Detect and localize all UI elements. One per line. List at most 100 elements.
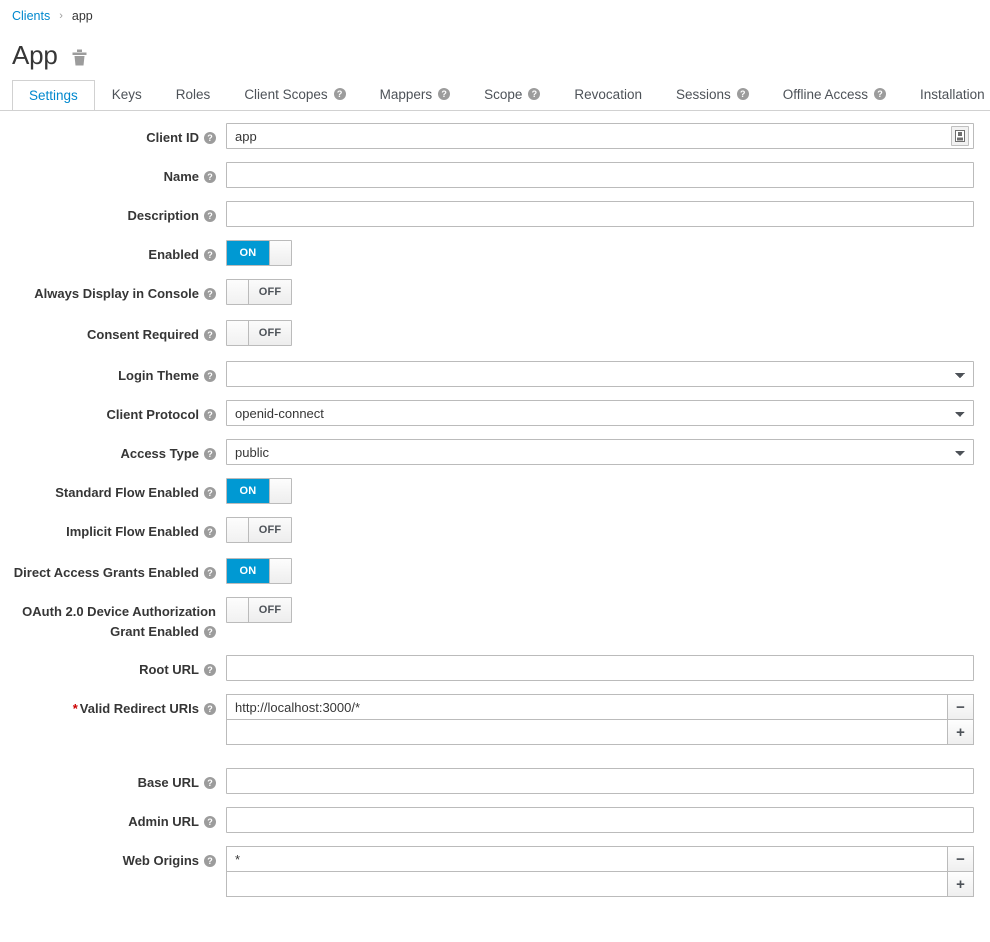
web-origin-input[interactable] xyxy=(226,871,948,897)
field-admin-url: Admin URL? xyxy=(0,807,990,833)
tab-client-scopes[interactable]: Client Scopes ? xyxy=(227,80,362,110)
help-icon[interactable]: ? xyxy=(204,131,216,144)
enabled-toggle[interactable]: ON xyxy=(226,240,292,266)
implicit-flow-toggle[interactable]: OFF xyxy=(226,517,292,543)
help-icon[interactable]: ? xyxy=(204,566,216,579)
help-icon[interactable]: ? xyxy=(204,525,216,538)
help-icon[interactable]: ? xyxy=(438,88,451,100)
tab-keys[interactable]: Keys xyxy=(95,80,159,110)
control-login-theme xyxy=(226,361,990,387)
help-icon[interactable]: ? xyxy=(204,625,216,638)
tab-mappers-label: Mappers xyxy=(379,87,433,102)
web-origin-row: − xyxy=(226,846,974,872)
toggle-state-label: OFF xyxy=(249,518,291,542)
help-icon[interactable]: ? xyxy=(204,408,216,421)
tab-settings-label: Settings xyxy=(29,87,78,103)
consent-required-toggle[interactable]: OFF xyxy=(226,320,292,346)
label-text: Always Display in Console xyxy=(34,286,199,301)
breadcrumb: Clients › app xyxy=(0,0,990,26)
trash-icon[interactable] xyxy=(72,49,87,66)
autofill-icon[interactable] xyxy=(951,126,969,146)
help-icon[interactable]: ? xyxy=(204,447,216,460)
tab-installation[interactable]: Installation ? xyxy=(903,80,990,110)
field-valid-redirect-uris: *Valid Redirect URIs? − + xyxy=(0,694,990,745)
control-admin-url xyxy=(226,807,990,833)
add-redirect-uri-button[interactable]: + xyxy=(948,719,974,745)
client-settings-page: Clients › app App Settings Keys Roles Cl… xyxy=(0,0,990,942)
name-input[interactable] xyxy=(226,162,974,188)
tab-roles[interactable]: Roles xyxy=(159,80,228,110)
toggle-state-label: OFF xyxy=(249,280,291,304)
tab-offline-access[interactable]: Offline Access ? xyxy=(766,80,903,110)
help-icon[interactable]: ? xyxy=(874,88,887,100)
oauth-device-toggle[interactable]: OFF xyxy=(226,597,292,623)
label-enabled: Enabled? xyxy=(0,240,226,265)
help-icon[interactable]: ? xyxy=(333,88,346,100)
label-text: Consent Required xyxy=(87,327,199,342)
valid-redirect-uri-input[interactable] xyxy=(226,719,948,745)
tab-mappers[interactable]: Mappers ? xyxy=(363,80,468,110)
label-base-url: Base URL? xyxy=(0,768,226,793)
label-admin-url: Admin URL? xyxy=(0,807,226,832)
label-web-origins: Web Origins? xyxy=(0,846,226,871)
login-theme-select[interactable] xyxy=(226,361,974,387)
help-icon[interactable]: ? xyxy=(204,328,216,341)
label-oauth-device-authorization-grant-enabled: OAuth 2.0 Device Authorization Grant Ena… xyxy=(0,597,226,642)
help-icon[interactable]: ? xyxy=(204,287,216,300)
help-icon[interactable]: ? xyxy=(204,702,216,715)
tab-bar: Settings Keys Roles Client Scopes ? Mapp… xyxy=(0,80,990,111)
help-icon[interactable]: ? xyxy=(204,776,216,789)
control-description xyxy=(226,201,990,227)
help-icon[interactable]: ? xyxy=(204,815,216,828)
help-icon[interactable]: ? xyxy=(204,209,216,222)
always-display-toggle[interactable]: OFF xyxy=(226,279,292,305)
tab-settings[interactable]: Settings xyxy=(12,80,95,110)
base-url-input[interactable] xyxy=(226,768,974,794)
toggle-knob xyxy=(227,280,249,304)
help-icon[interactable]: ? xyxy=(204,248,216,261)
minus-icon: − xyxy=(956,698,965,716)
breadcrumb-link-clients[interactable]: Clients xyxy=(12,8,50,24)
help-icon[interactable]: ? xyxy=(736,88,749,100)
admin-url-input[interactable] xyxy=(226,807,974,833)
label-always-display-in-console: Always Display in Console? xyxy=(0,279,226,304)
remove-redirect-uri-button[interactable]: − xyxy=(948,694,974,720)
toggle-state-label: ON xyxy=(227,241,269,265)
toggle-knob xyxy=(269,559,291,583)
root-url-input[interactable] xyxy=(226,655,974,681)
help-icon[interactable]: ? xyxy=(528,88,541,100)
direct-access-grants-toggle[interactable]: ON xyxy=(226,558,292,584)
client-id-input[interactable] xyxy=(226,123,974,149)
access-type-select[interactable]: public xyxy=(226,439,974,465)
tab-revocation[interactable]: Revocation xyxy=(557,80,659,110)
add-web-origin-button[interactable]: + xyxy=(948,871,974,897)
tab-scope-label: Scope xyxy=(484,87,523,102)
breadcrumb-separator: › xyxy=(59,10,63,22)
client-protocol-select[interactable]: openid-connect xyxy=(226,400,974,426)
label-text: Access Type xyxy=(120,446,199,461)
valid-redirect-uris-list: − + xyxy=(226,694,974,745)
tab-client-scopes-label: Client Scopes xyxy=(244,87,328,102)
help-icon[interactable]: ? xyxy=(204,369,216,382)
help-icon[interactable]: ? xyxy=(204,170,216,183)
control-enabled: ON xyxy=(226,240,990,266)
field-always-display-in-console: Always Display in Console? OFF xyxy=(0,279,990,307)
minus-icon: − xyxy=(956,850,965,868)
control-always-display-in-console: OFF xyxy=(226,279,990,307)
valid-redirect-uri-input[interactable] xyxy=(226,694,948,720)
label-text: OAuth 2.0 Device Authorization Grant Ena… xyxy=(22,604,216,639)
toggle-state-label: ON xyxy=(227,559,269,583)
help-icon[interactable]: ? xyxy=(204,663,216,676)
standard-flow-toggle[interactable]: ON xyxy=(226,478,292,504)
help-icon[interactable]: ? xyxy=(204,854,216,867)
tab-scope[interactable]: Scope ? xyxy=(467,80,557,110)
description-input[interactable] xyxy=(226,201,974,227)
help-icon[interactable]: ? xyxy=(204,486,216,499)
tab-sessions[interactable]: Sessions ? xyxy=(659,80,766,110)
field-client-id: Client ID? xyxy=(0,123,990,149)
web-origin-input[interactable] xyxy=(226,846,948,872)
control-base-url xyxy=(226,768,990,794)
field-root-url: Root URL? xyxy=(0,655,990,681)
remove-web-origin-button[interactable]: − xyxy=(948,846,974,872)
